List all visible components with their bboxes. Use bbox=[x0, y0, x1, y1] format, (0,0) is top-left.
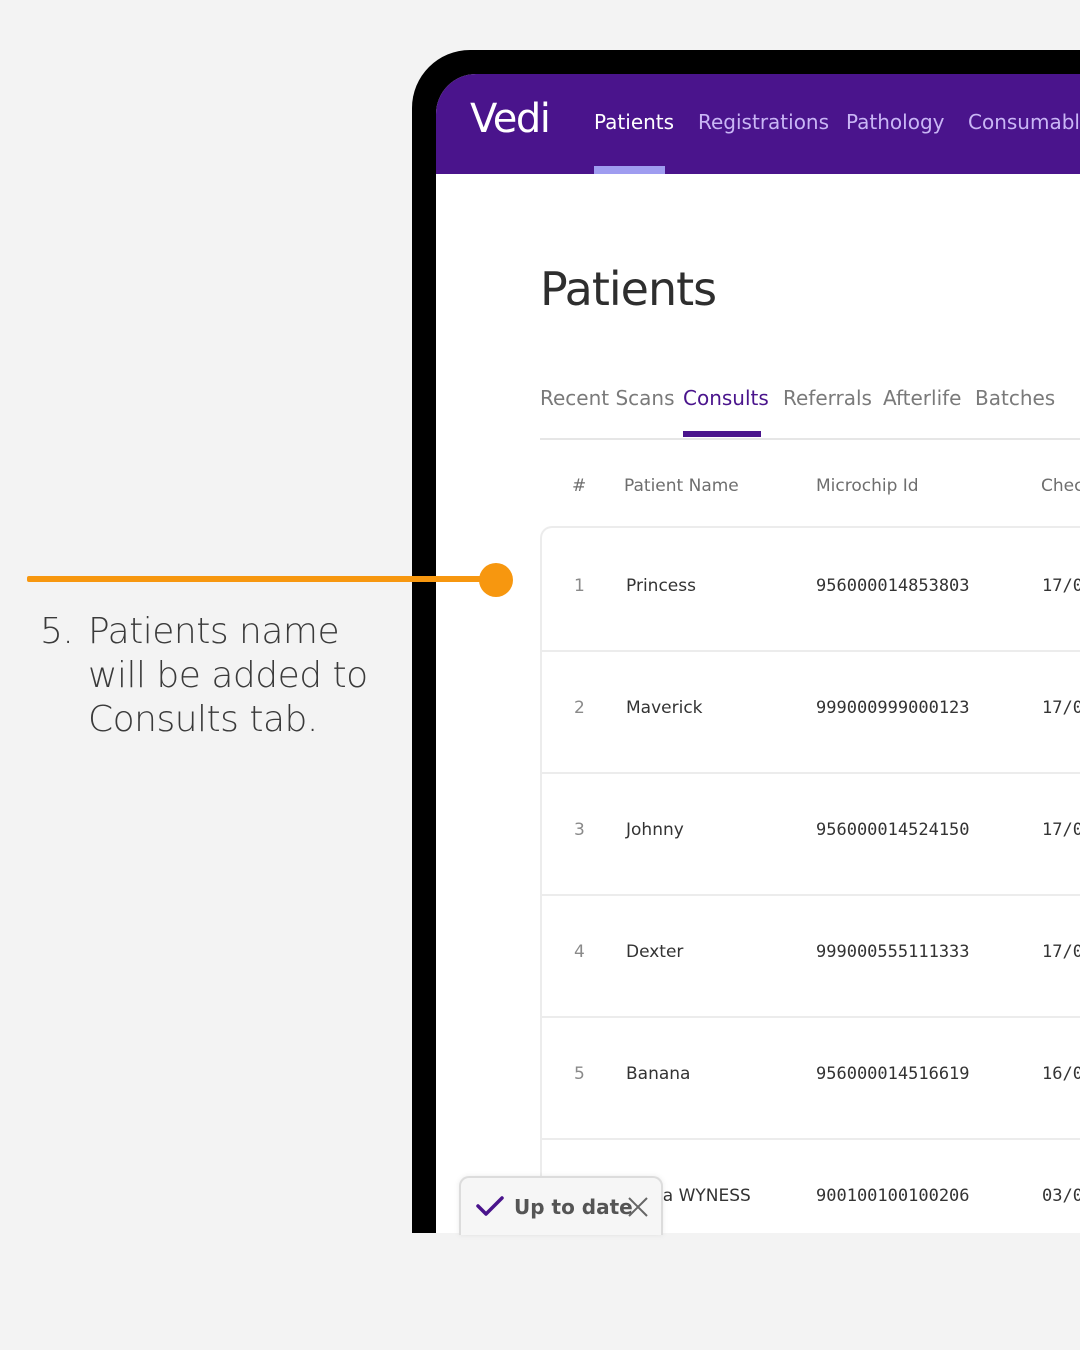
row-index: 1 bbox=[574, 576, 585, 596]
checked-date: 17/0 bbox=[1042, 820, 1080, 840]
table-row[interactable]: 5 Banana 956000014516619 16/0 bbox=[542, 1016, 1080, 1140]
page-title: Patients bbox=[540, 262, 717, 316]
table-row[interactable]: 1 Princess 956000014853803 17/0 bbox=[542, 528, 1080, 652]
microchip-id: 999000999000123 bbox=[816, 698, 970, 718]
row-index: 4 bbox=[574, 942, 585, 962]
nav-active-indicator bbox=[594, 166, 665, 174]
column-header-checked[interactable]: Chec bbox=[1041, 476, 1080, 496]
microchip-id: 956000014516619 bbox=[816, 1064, 970, 1084]
check-icon bbox=[476, 1196, 504, 1216]
microchip-id: 900100100100206 bbox=[816, 1186, 970, 1206]
callout-line bbox=[27, 576, 497, 582]
close-icon[interactable] bbox=[627, 1196, 649, 1218]
tabs-divider bbox=[540, 438, 1080, 440]
column-header-index: # bbox=[572, 476, 587, 496]
nav-registrations[interactable]: Registrations bbox=[698, 110, 829, 134]
tab-recent-scans[interactable]: Recent Scans bbox=[540, 386, 675, 410]
patient-name: Maverick bbox=[626, 698, 703, 718]
tab-consults[interactable]: Consults bbox=[683, 386, 769, 410]
tab-batches[interactable]: Batches bbox=[975, 386, 1055, 410]
callout-text: 5. Patients name will be added to Consult… bbox=[40, 610, 400, 742]
patient-name: na WYNESS bbox=[652, 1186, 751, 1206]
microchip-id: 956000014853803 bbox=[816, 576, 970, 596]
microchip-id: 956000014524150 bbox=[816, 820, 970, 840]
callout-line-2: will be added to bbox=[88, 655, 368, 696]
nav-pathology[interactable]: Pathology bbox=[846, 110, 945, 134]
callout-line-3: Consults tab. bbox=[88, 699, 318, 740]
patient-name: Johnny bbox=[626, 820, 684, 840]
tab-afterlife[interactable]: Afterlife bbox=[883, 386, 962, 410]
table-row[interactable]: 4 Dexter 999000555111333 17/0 bbox=[542, 894, 1080, 1018]
nav-consumable[interactable]: Consumable bbox=[968, 110, 1080, 134]
checked-date: 16/0 bbox=[1042, 1064, 1080, 1084]
row-index: 2 bbox=[574, 698, 585, 718]
patient-name: Banana bbox=[626, 1064, 691, 1084]
row-index: 3 bbox=[574, 820, 585, 840]
top-nav-bar: Vedi Patients Registrations Pathology Co… bbox=[436, 74, 1080, 174]
app-screen: Vedi Patients Registrations Pathology Co… bbox=[436, 74, 1080, 1233]
callout-dot bbox=[479, 563, 513, 597]
row-index: 5 bbox=[574, 1064, 585, 1084]
checked-date: 03/0 bbox=[1042, 1186, 1080, 1206]
nav-patients[interactable]: Patients bbox=[594, 110, 674, 134]
brand-logo[interactable]: Vedi bbox=[470, 96, 551, 142]
tab-active-indicator bbox=[683, 431, 761, 437]
callout-line-1: 5. Patients name bbox=[40, 611, 340, 652]
checked-date: 17/0 bbox=[1042, 942, 1080, 962]
patient-name: Princess bbox=[626, 576, 696, 596]
callout-step-number: 5. bbox=[40, 611, 74, 652]
tab-referrals[interactable]: Referrals bbox=[783, 386, 872, 410]
checked-date: 17/0 bbox=[1042, 576, 1080, 596]
microchip-id: 999000555111333 bbox=[816, 942, 970, 962]
checked-date: 17/0 bbox=[1042, 698, 1080, 718]
table-row[interactable]: 2 Maverick 999000999000123 17/0 bbox=[542, 650, 1080, 774]
patient-name: Dexter bbox=[626, 942, 684, 962]
column-header-patient-name[interactable]: Patient Name bbox=[624, 476, 739, 496]
table-row[interactable]: 3 Johnny 956000014524150 17/0 bbox=[542, 772, 1080, 896]
tablet-frame: Vedi Patients Registrations Pathology Co… bbox=[412, 50, 1080, 1233]
toast-label: Up to date bbox=[514, 1195, 633, 1219]
patients-table-body: 1 Princess 956000014853803 17/0 2 Maveri… bbox=[540, 526, 1080, 1233]
sync-status-toast: Up to date bbox=[459, 1176, 663, 1235]
column-header-microchip-id[interactable]: Microchip Id bbox=[816, 476, 919, 496]
